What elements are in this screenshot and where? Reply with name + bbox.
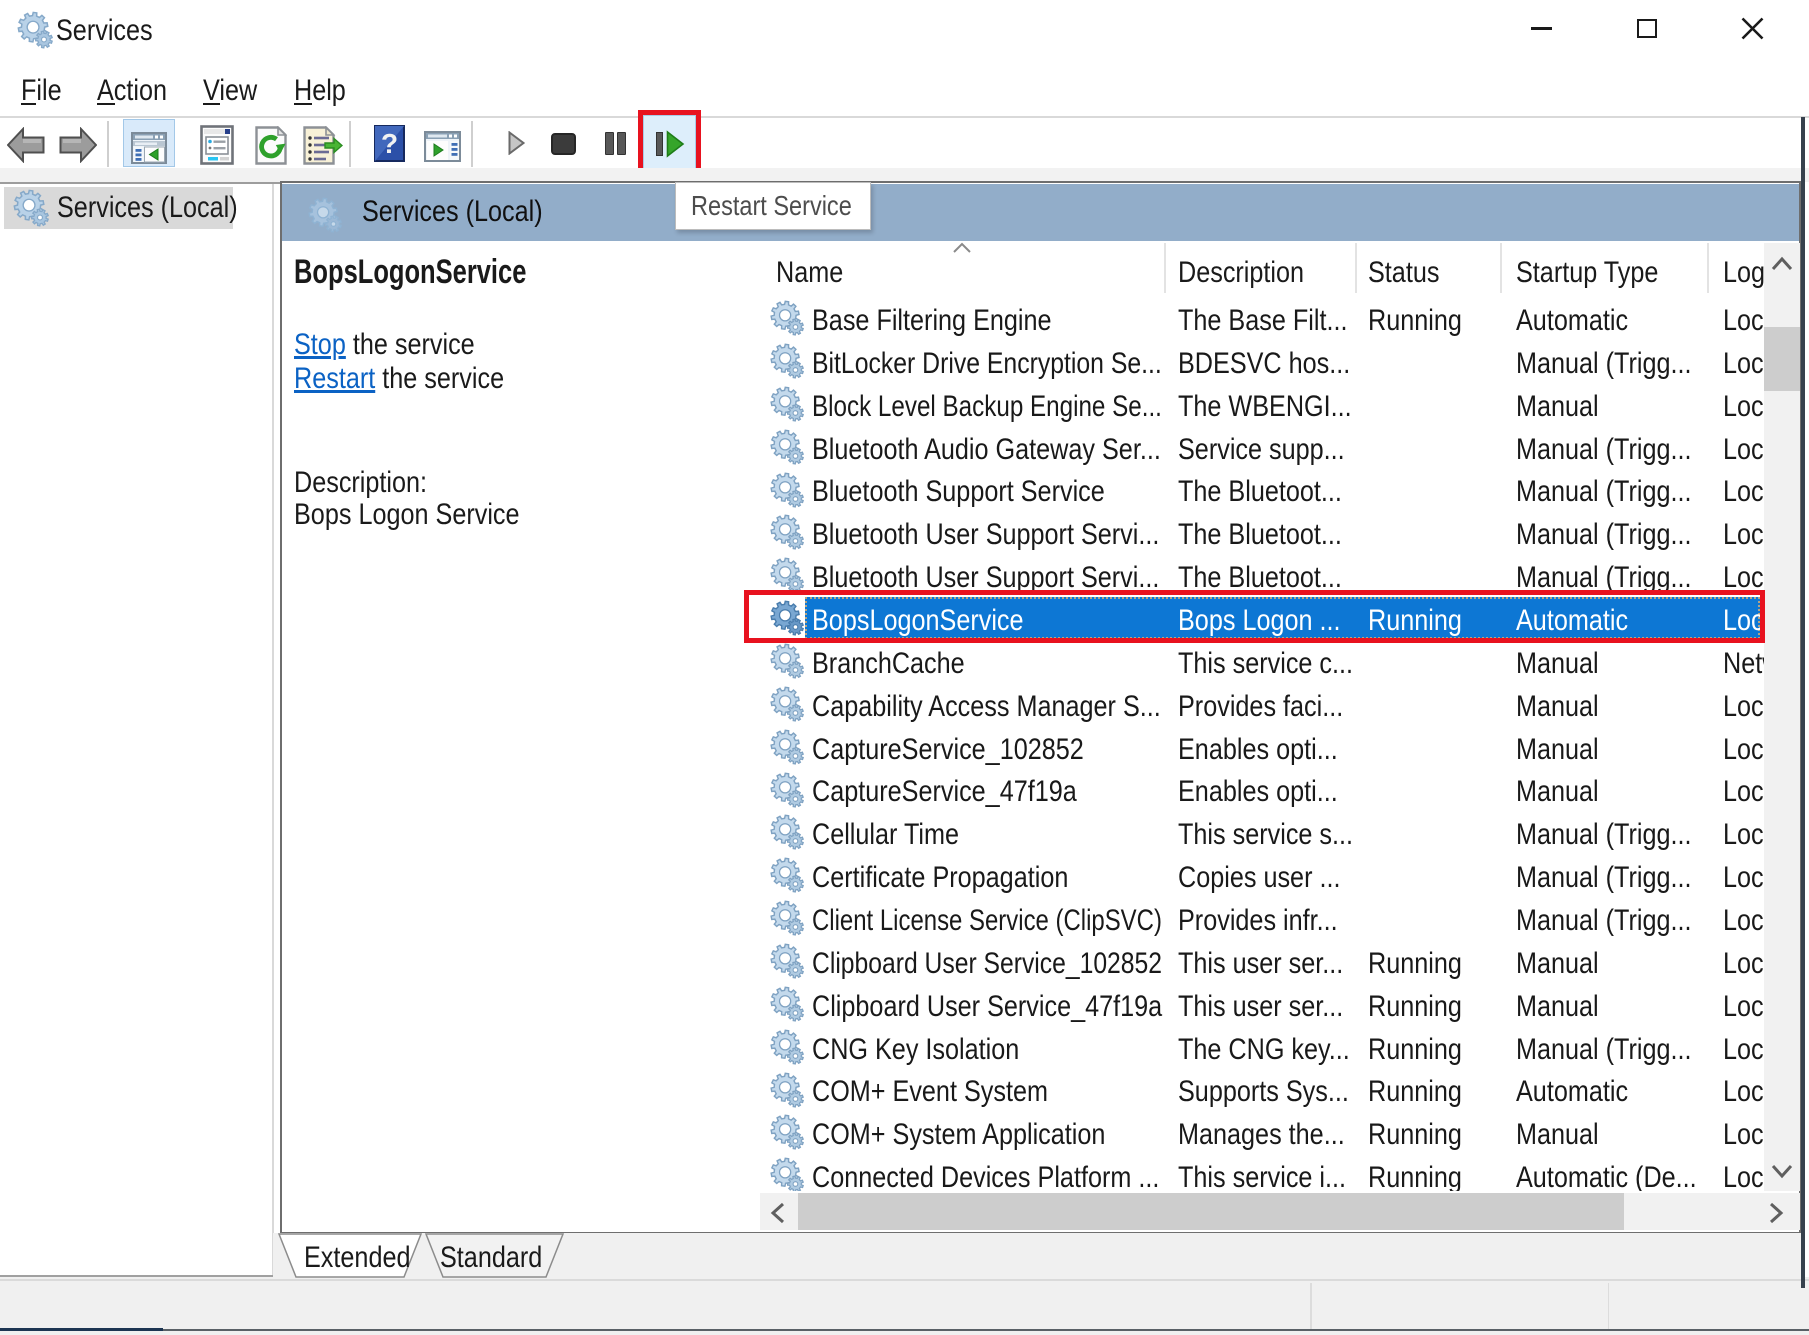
svg-text:?: ? — [381, 128, 398, 159]
